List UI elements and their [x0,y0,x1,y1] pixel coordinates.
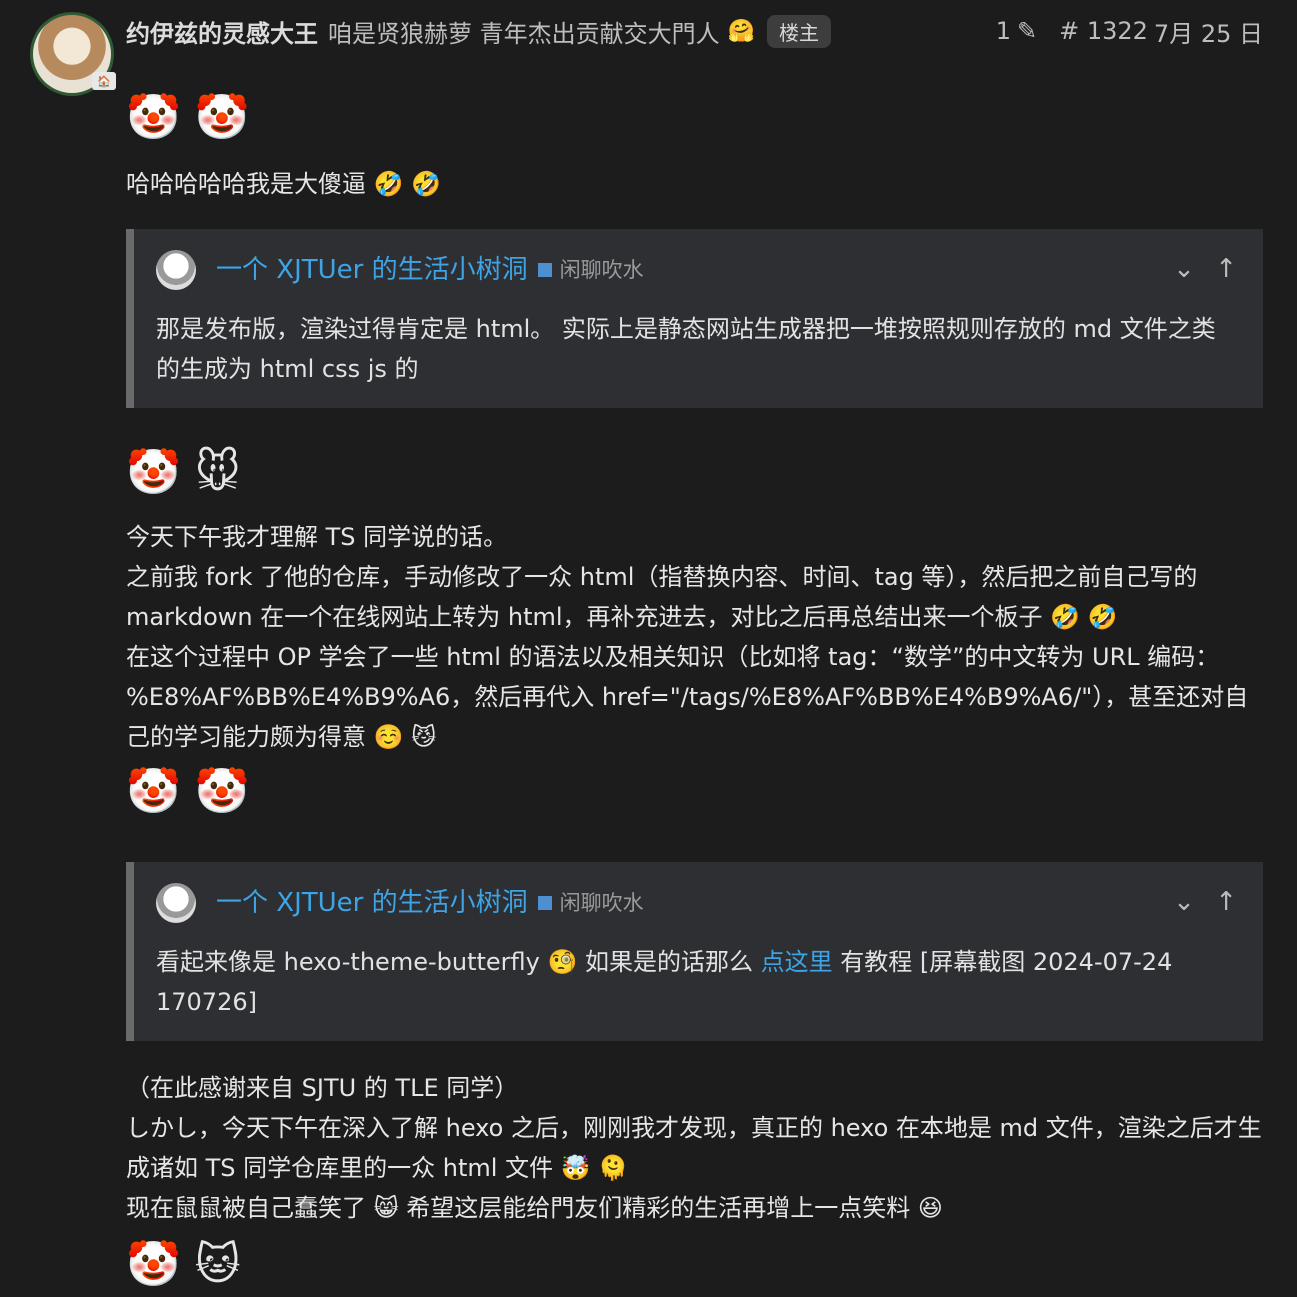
tutorial-link[interactable]: 点这里 [761,948,833,976]
paragraph-line: 今天下午我才理解 TS 同学说的话。 [126,523,508,551]
quote-block-1: 一个 XJTUer 的生活小树洞 闲聊吹水 ⌄ ↑ 那是发布版，渲染过得肯定是 … [126,229,1263,408]
paragraph-line: （在此感谢来自 SJTU 的 TLE 同学） [126,1074,519,1102]
quote-body: 看起来像是 hexo-theme-butterfly 🧐 如果是的话那么 点这里… [156,942,1237,1022]
quote-avatar[interactable] [156,250,196,290]
arrow-up-icon[interactable]: ↑ [1215,254,1237,284]
emoji-row-4: 🤡 🐱 [126,1239,241,1290]
text-line-1: 哈哈哈哈哈我是大傻逼 🤣 🤣 [126,170,442,198]
arrow-up-icon[interactable]: ↑ [1215,887,1237,917]
category-square-icon [537,896,552,910]
emoji-row-3: 🤡 🤡 [126,766,250,817]
quote-topic-title[interactable]: 一个 XJTUer 的生活小树洞 [216,250,528,290]
quote-text-before: 看起来像是 hexo-theme-butterfly 🧐 如果是的话那么 [156,948,761,976]
emoji-row-2: 🤡 🐭 [126,447,241,498]
quote-header: 一个 XJTUer 的生活小树洞 闲聊吹水 [156,880,1237,926]
post-number[interactable]: # 1322 [1059,17,1148,45]
paragraph-3: （在此感谢来自 SJTU 的 TLE 同学） しかし，今天下午在深入了解 hex… [126,1068,1263,1228]
paragraph-line: 之前我 fork 了他的仓库，手动修改了一众 html（指替换内容、时间、tag… [126,563,1198,631]
quote-controls: ⌄ ↑ [1161,249,1237,289]
user-title: 咱是贤狼赫萝 青年杰出贡献交大門人 [328,19,720,48]
paragraph-2: 今天下午我才理解 TS 同学说的话。 之前我 fork 了他的仓库，手动修改了一… [126,517,1263,757]
user-title-emoji: 🤗 [727,18,756,44]
post-meta: 1 ✎ # 1322 7月 25 日 [990,14,1263,49]
pencil-icon[interactable]: ✎ [1017,17,1037,45]
quote-block-2: 一个 XJTUer 的生活小树洞 闲聊吹水 ⌄ ↑ 看起来像是 hexo-the… [126,862,1263,1041]
paragraph-line: 现在鼠鼠被自己蠢笑了 😸 希望这层能给門友们精彩的生活再增上一点笑料 😆 [126,1194,943,1222]
paragraph-line: 在这个过程中 OP 学会了一些 html 的语法以及相关知识（比如将 tag：“… [126,643,1249,751]
quote-controls: ⌄ ↑ [1161,882,1237,922]
quote-topic-title[interactable]: 一个 XJTUer 的生活小树洞 [216,883,528,923]
avatar-flair-icon: 🏠 [92,72,116,90]
edit-count[interactable]: 1 [996,17,1011,45]
quote-header: 一个 XJTUer 的生活小树洞 闲聊吹水 [156,247,1237,293]
category-square-icon [537,263,552,277]
paragraph-line: しかし，今天下午在深入了解 hexo 之后，刚刚我才发现，真正的 hexo 在本… [126,1114,1262,1182]
post-date[interactable]: 7月 25 日 [1154,14,1263,49]
chevron-down-icon[interactable]: ⌄ [1173,887,1195,917]
quote-body: 那是发布版，渲染过得肯定是 html。 实际上是静态网站生成器把一堆按照规则存放… [156,315,1216,383]
emoji-row-1: 🤡 🤡 [126,92,250,143]
quote-category[interactable]: 闲聊吹水 [560,250,644,290]
quote-avatar[interactable] [156,883,196,923]
user-avatar[interactable]: 🏠 [30,12,116,96]
post-header: 约伊兹的灵感大王 咱是贤狼赫萝 青年杰出贡献交大門人 🤗 楼主 1 ✎ # 13… [126,12,1263,50]
username[interactable]: 约伊兹的灵感大王 [126,14,318,49]
chevron-down-icon[interactable]: ⌄ [1173,254,1195,284]
op-badge: 楼主 [767,14,832,48]
quote-category[interactable]: 闲聊吹水 [560,883,644,923]
